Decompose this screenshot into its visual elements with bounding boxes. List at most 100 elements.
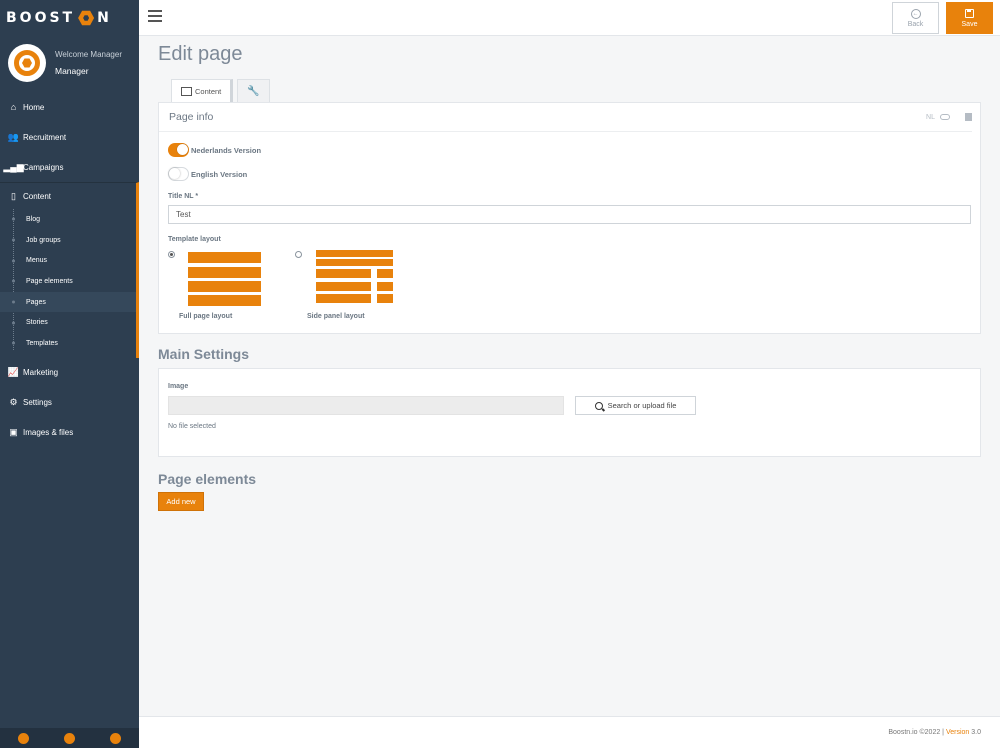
footer-text: Boostn.io ©2022 | Version 3.0 — [888, 729, 981, 736]
user-welcome-text: Welcome Manager — [55, 50, 122, 59]
link-icon[interactable] — [940, 114, 950, 120]
layout-icon — [181, 87, 192, 96]
page-info-heading: Page info — [159, 103, 972, 132]
add-new-button[interactable]: Add new — [158, 492, 204, 511]
en-version-label: English Version — [191, 169, 248, 179]
sidebar-footer — [0, 728, 139, 748]
sidebar-item-marketing[interactable]: 📈 Marketing — [0, 358, 139, 388]
copyright-text: Boostn.io ©2022 | — [888, 729, 946, 736]
sidebar: BOOST N Welcome Manager Manager ⌂ Home 👥 Re… — [0, 0, 139, 748]
search-upload-label: Search or upload file — [607, 401, 677, 410]
wrench-icon: 🔧 — [247, 86, 260, 97]
editor-tabs: Content 🔧 — [171, 79, 274, 103]
page-elements-heading: Page elements — [158, 471, 257, 487]
logo-hexagon-icon — [78, 10, 95, 26]
no-file-text: No file selected — [168, 423, 216, 430]
floppy-disk-icon — [965, 8, 974, 18]
sidebar-subitem-templates[interactable]: Templates — [0, 333, 136, 354]
title-label: Title NL * — [168, 193, 199, 200]
sidebar-item-settings[interactable]: ⚙ Settings — [0, 388, 139, 418]
layout-bar — [316, 294, 371, 303]
layout-bar — [377, 282, 393, 291]
sidebar-item-label: Recruitment — [23, 132, 67, 142]
layout-bar — [188, 252, 261, 263]
layout-bar — [188, 295, 261, 306]
arrow-left-circle-icon: ← — [910, 8, 921, 19]
panel-actions: NL — [926, 113, 972, 121]
nl-version-row: Nederlands Version — [168, 143, 261, 157]
sidebar-item-home[interactable]: ⌂ Home — [0, 92, 139, 122]
profile-icon[interactable] — [17, 732, 29, 744]
avatar-logo-icon — [14, 50, 40, 76]
full-page-radio[interactable] — [168, 251, 175, 258]
sidebar-subitem-job-groups[interactable]: Job groups — [0, 230, 136, 251]
image-file-field — [168, 396, 564, 415]
gears-icon: ⚙ — [9, 397, 18, 408]
logo-text-suffix: N — [97, 10, 112, 26]
title-input[interactable] — [168, 205, 971, 224]
hamburger-menu-icon[interactable] — [148, 10, 162, 23]
main-content: Edit page Content 🔧 Page info NL Nederla… — [139, 37, 1000, 716]
top-bar: ← Back Save — [139, 0, 1000, 36]
tab-content-label: Content — [195, 87, 222, 96]
image-label: Image — [168, 383, 189, 390]
tab-settings[interactable]: 🔧 — [237, 79, 270, 103]
save-button-label: Save — [961, 20, 978, 28]
user-name: Manager — [55, 66, 89, 76]
sidebar-item-label: Campaigns — [23, 162, 64, 172]
brand-logo[interactable]: BOOST N — [0, 0, 139, 36]
layout-bar — [188, 281, 261, 292]
footer: Boostn.io ©2022 | Version 3.0 — [139, 716, 1000, 748]
sidebar-item-images-files[interactable]: ▣ Images & files — [0, 418, 139, 448]
page-info-panel: Page info NL Nederlands Version English … — [158, 102, 981, 334]
main-settings-heading: Main Settings — [158, 346, 250, 362]
side-panel-radio[interactable] — [295, 251, 302, 258]
avatar[interactable] — [8, 44, 46, 82]
version-label: Version — [945, 729, 970, 736]
layout-bar — [316, 250, 393, 257]
back-button[interactable]: ← Back — [892, 2, 939, 34]
nl-version-label: Nederlands Version — [191, 145, 262, 155]
home-icon: ⌂ — [10, 102, 17, 112]
nl-version-toggle[interactable] — [168, 143, 189, 157]
layout-bar — [316, 259, 393, 266]
sidebar-item-label: Content — [23, 191, 52, 201]
sidebar-subitem-stories[interactable]: Stories — [0, 312, 136, 333]
sidebar-item-campaigns[interactable]: ▂▄▆ Campaigns — [0, 152, 139, 182]
globe-icon[interactable] — [63, 732, 75, 744]
sidebar-subitem-blog[interactable]: Blog — [0, 209, 136, 230]
search-icon — [594, 401, 603, 410]
search-upload-button[interactable]: Search or upload file — [575, 396, 696, 415]
language-code: NL — [926, 113, 935, 121]
sidebar-item-content[interactable]: ▯ Content — [0, 183, 136, 209]
tab-content[interactable]: Content — [171, 79, 234, 103]
page-title: Edit page — [158, 43, 243, 65]
power-icon[interactable] — [110, 732, 122, 744]
main-settings-panel: Image Search or upload file No file sele… — [158, 368, 981, 457]
sidebar-nav: ⌂ Home 👥 Recruitment ▂▄▆ Campaigns ▯ Content… — [0, 92, 139, 448]
line-chart-icon: 📈 — [7, 367, 20, 378]
content-submenu: Blog Job groups Menus Page elements Page… — [0, 209, 136, 358]
trash-icon[interactable] — [965, 113, 972, 121]
layout-bar — [377, 269, 393, 278]
sidebar-subitem-pages[interactable]: Pages — [0, 291, 136, 313]
sidebar-subitem-page-elements[interactable]: Page elements — [0, 271, 136, 292]
save-button[interactable]: Save — [946, 2, 993, 34]
sidebar-subitem-menus[interactable]: Menus — [0, 250, 136, 271]
full-page-caption: Full page layout — [179, 313, 233, 320]
en-version-toggle[interactable] — [168, 167, 189, 181]
template-layout-label: Template layout — [168, 236, 221, 243]
sidebar-item-label: Images & files — [23, 428, 74, 438]
side-panel-caption: Side panel layout — [307, 313, 365, 320]
layout-bar — [316, 269, 371, 278]
sidebar-item-label: Home — [23, 102, 45, 112]
en-version-row: English Version — [168, 167, 247, 181]
signal-icon: ▂▄▆ — [3, 161, 24, 172]
users-icon: 👥 — [7, 131, 20, 142]
sidebar-item-label: Marketing — [23, 368, 59, 378]
back-button-label: Back — [907, 20, 924, 28]
layout-bar — [188, 267, 261, 278]
sidebar-group-content: ▯ Content Blog Job groups Menus Page elem… — [0, 182, 139, 358]
image-icon: ▣ — [9, 427, 18, 438]
sidebar-item-recruitment[interactable]: 👥 Recruitment — [0, 122, 139, 152]
